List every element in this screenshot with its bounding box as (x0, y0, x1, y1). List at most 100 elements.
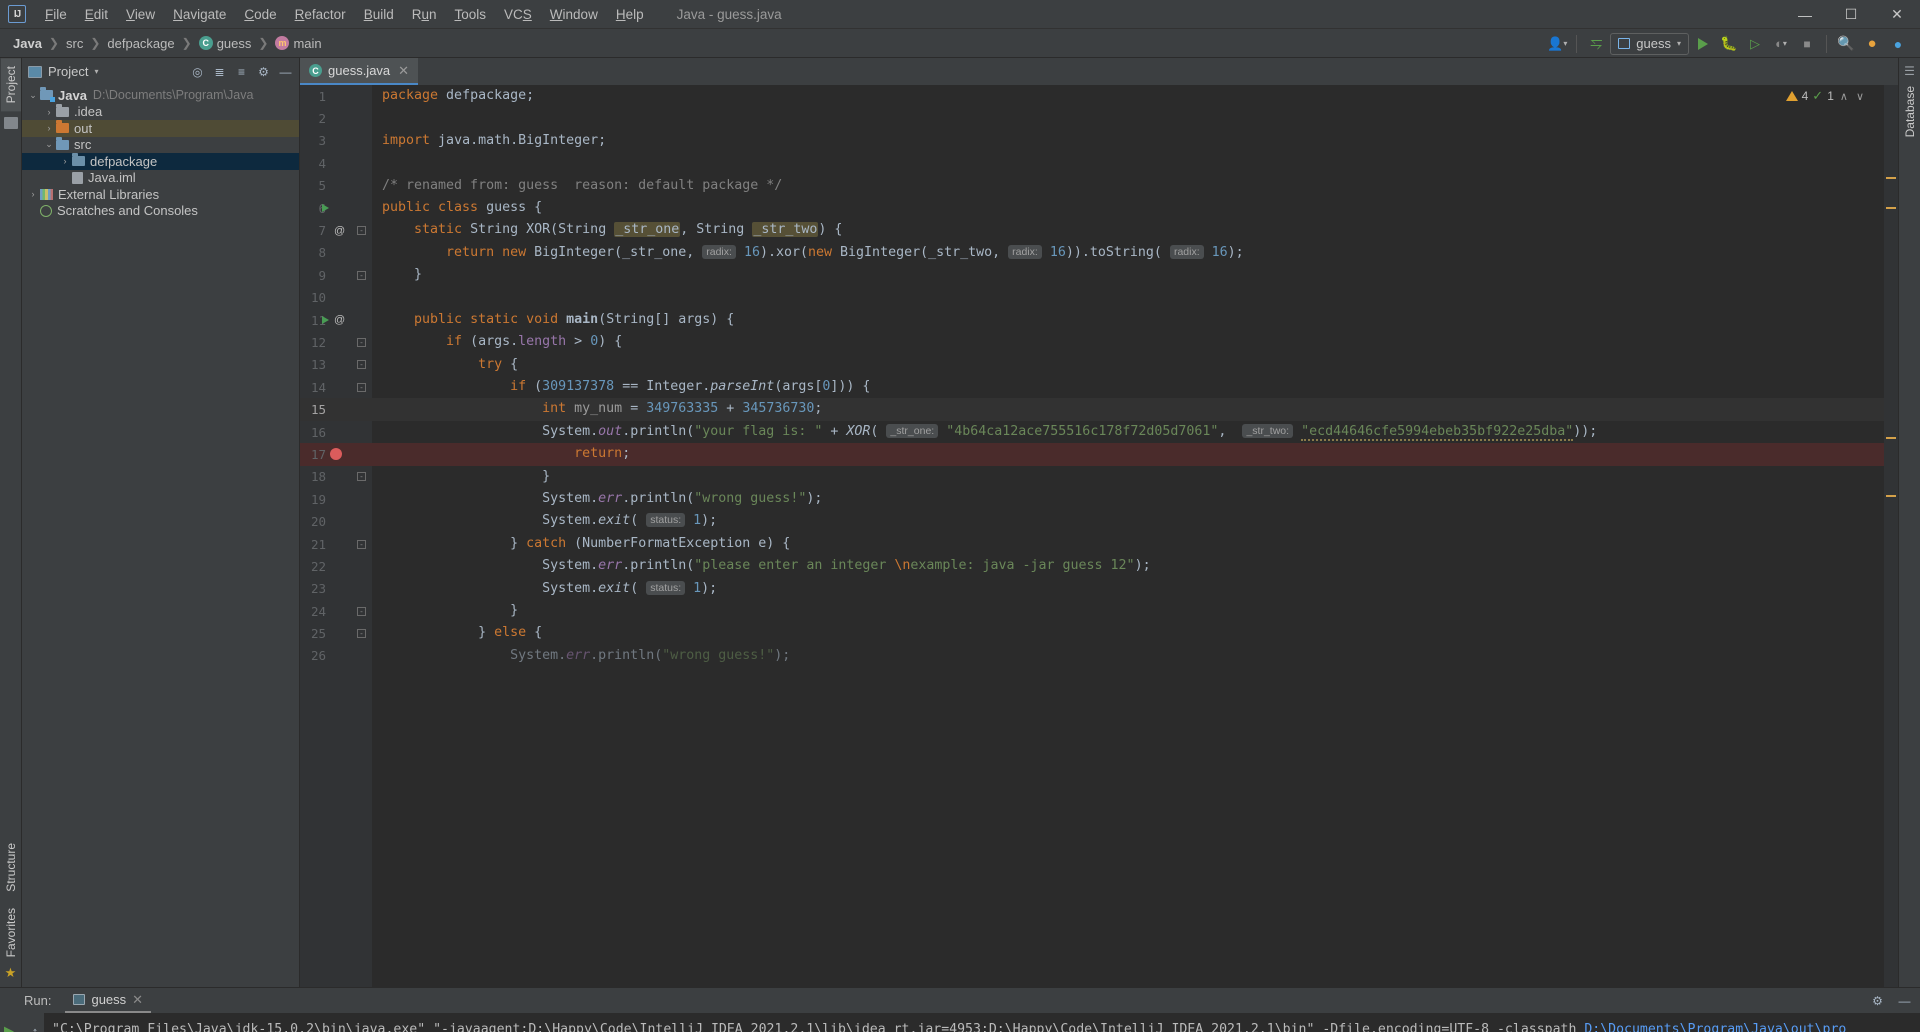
hide-icon[interactable]: — (1895, 991, 1914, 1010)
tree-item-java[interactable]: ⌄ Java D:\Documents\Program\Java (22, 87, 299, 104)
gutter-line-21[interactable]: 21 - (300, 533, 372, 555)
gutter-line-23[interactable]: 23 (300, 578, 372, 600)
account-icon[interactable]: 👤 ▾ (1545, 32, 1569, 56)
gutter-line-2[interactable]: 2 (300, 107, 372, 129)
editor-tab-guess-java[interactable]: C guess.java ✕ (300, 58, 419, 85)
marker-warning[interactable] (1886, 495, 1896, 497)
chevron-icon[interactable]: › (42, 123, 56, 133)
gutter-line-6[interactable]: 6 (300, 197, 372, 219)
run-gutter-icon[interactable] (322, 316, 329, 325)
gutter-line-20[interactable]: 20 (300, 510, 372, 532)
profiler-icon[interactable]: ◐ ▾ (1769, 32, 1793, 56)
menu-build[interactable]: Build (355, 3, 403, 26)
run-with-coverage-icon[interactable]: ▷ (1743, 32, 1767, 56)
rerun-icon[interactable]: ▶ (0, 1021, 20, 1032)
gutter-line-13[interactable]: 13 - (300, 354, 372, 376)
previous-problem-icon[interactable]: ∧ (1838, 90, 1850, 103)
fold-region-icon[interactable]: - (357, 629, 366, 639)
collapse-all-icon[interactable]: ≡ (232, 62, 251, 81)
tree-item-out[interactable]: › out (22, 120, 299, 137)
fold-region-icon[interactable]: - (357, 606, 366, 616)
chevron-icon[interactable]: › (58, 156, 72, 166)
gutter-line-22[interactable]: 22 (300, 555, 372, 577)
gutter-line-14[interactable]: 14 - (300, 376, 372, 398)
override-marker-icon[interactable]: @ (334, 314, 345, 326)
breadcrumb-item-defpackage[interactable]: defpackage (102, 34, 179, 53)
close-icon[interactable]: ✕ (132, 992, 143, 1008)
run-tab-guess[interactable]: guess ✕ (65, 988, 152, 1013)
close-icon[interactable]: ✕ (398, 63, 409, 79)
menu-run[interactable]: Run (403, 3, 446, 26)
fold-region-icon[interactable]: - (357, 270, 366, 280)
gutter-line-1[interactable]: 1 (300, 85, 372, 107)
gutter-line-16[interactable]: 16 (300, 421, 372, 443)
chevron-down-icon[interactable]: ▾ (94, 67, 98, 76)
menu-edit[interactable]: Edit (76, 3, 117, 26)
star-icon[interactable]: ★ (5, 965, 17, 987)
database-icon[interactable]: ☰ (1904, 64, 1915, 78)
close-button[interactable]: ✕ (1874, 0, 1920, 29)
code-content[interactable]: package defpackage; import java.math.Big… (372, 85, 1884, 987)
chevron-icon[interactable]: › (42, 107, 56, 117)
breadcrumb-item-src[interactable]: src (61, 34, 88, 53)
run-icon[interactable] (1691, 32, 1715, 56)
editor-marker-strip[interactable] (1884, 85, 1898, 987)
select-opened-file-icon[interactable]: ◎ (188, 62, 207, 81)
menu-code[interactable]: Code (235, 3, 285, 26)
breadcrumb-item-main[interactable]: m main (270, 34, 326, 53)
menu-navigate[interactable]: Navigate (164, 3, 235, 26)
minimize-button[interactable]: — (1782, 0, 1828, 29)
menu-tools[interactable]: Tools (446, 3, 496, 26)
folder-icon[interactable] (3, 117, 18, 130)
override-marker-icon[interactable]: @ (334, 225, 345, 237)
chevron-icon[interactable]: ⌄ (26, 90, 40, 101)
gutter-line-19[interactable]: 19 (300, 488, 372, 510)
menu-refactor[interactable]: Refactor (286, 3, 355, 26)
gutter-line-9[interactable]: 9- (300, 264, 372, 286)
marker-warning[interactable] (1886, 177, 1896, 179)
gutter-line-11[interactable]: 11 @ (300, 309, 372, 331)
chevron-icon[interactable]: › (26, 189, 40, 199)
fold-region-icon[interactable]: - (357, 337, 366, 347)
gutter-line-8[interactable]: 8 (300, 242, 372, 264)
classpath-link[interactable]: D:\Documents\Program\Java\out\pro (1584, 1022, 1846, 1032)
stop-icon[interactable]: ■ (1795, 32, 1819, 56)
next-problem-icon[interactable]: ∨ (1854, 90, 1866, 103)
settings-icon[interactable]: ⚙ (254, 62, 273, 81)
fold-region-icon[interactable]: - (357, 360, 366, 370)
theme-icon[interactable]: ● (1886, 32, 1910, 56)
gutter-line-25[interactable]: 25 - (300, 622, 372, 644)
fold-region-icon[interactable]: - (357, 539, 366, 549)
sidebar-tab-database[interactable]: Database (1900, 78, 1920, 145)
menu-view[interactable]: View (117, 3, 164, 26)
gutter-line-17[interactable]: 17 (300, 443, 372, 466)
hide-icon[interactable]: — (276, 62, 295, 81)
tree-item-java-iml[interactable]: Java.iml (22, 170, 299, 187)
run-configuration-selector[interactable]: guess ▾ (1610, 32, 1689, 55)
fold-region-icon[interactable]: - (357, 472, 366, 482)
gutter-line-7[interactable]: 7 @ - (300, 219, 372, 241)
search-everywhere-icon[interactable]: 🔍 (1834, 32, 1858, 56)
fold-region-icon[interactable]: - (357, 382, 366, 392)
gutter-line-15[interactable]: 15 (300, 398, 372, 421)
gutter-line-5[interactable]: 5 (300, 175, 372, 197)
sidebar-tab-favorites[interactable]: Favorites (1, 900, 21, 965)
chevron-icon[interactable]: ⌄ (42, 139, 56, 150)
menu-window[interactable]: Window (541, 3, 607, 26)
editor-gutter[interactable]: 1 2 3 4 5 6 7 @ -8 9-10 11 @12-13-14-15 16 17 18-19 20 2… (300, 85, 372, 987)
settings-gear-icon[interactable]: ⚙ (1868, 991, 1887, 1010)
tree-item-scratches-and-consoles[interactable]: Scratches and Consoles (22, 203, 299, 220)
marker-warning[interactable] (1886, 437, 1896, 439)
sidebar-tab-structure[interactable]: Structure (1, 835, 21, 900)
fold-region-icon[interactable]: - (357, 226, 366, 236)
gutter-line-12[interactable]: 12 - (300, 331, 372, 353)
build-hammer-icon[interactable]: ⥧ (1584, 32, 1608, 56)
update-project-icon[interactable]: ● (1860, 32, 1884, 56)
expand-all-icon[interactable]: ≣ (210, 62, 229, 81)
tree-item-external-libraries[interactable]: › External Libraries (22, 186, 299, 203)
breadcrumb-item-guess[interactable]: C guess (194, 34, 257, 53)
gutter-line-4[interactable]: 4 (300, 152, 372, 174)
sidebar-tab-project[interactable]: Project (0, 58, 21, 112)
breakpoint-icon[interactable] (330, 448, 342, 461)
gutter-line-24[interactable]: 24 - (300, 600, 372, 622)
